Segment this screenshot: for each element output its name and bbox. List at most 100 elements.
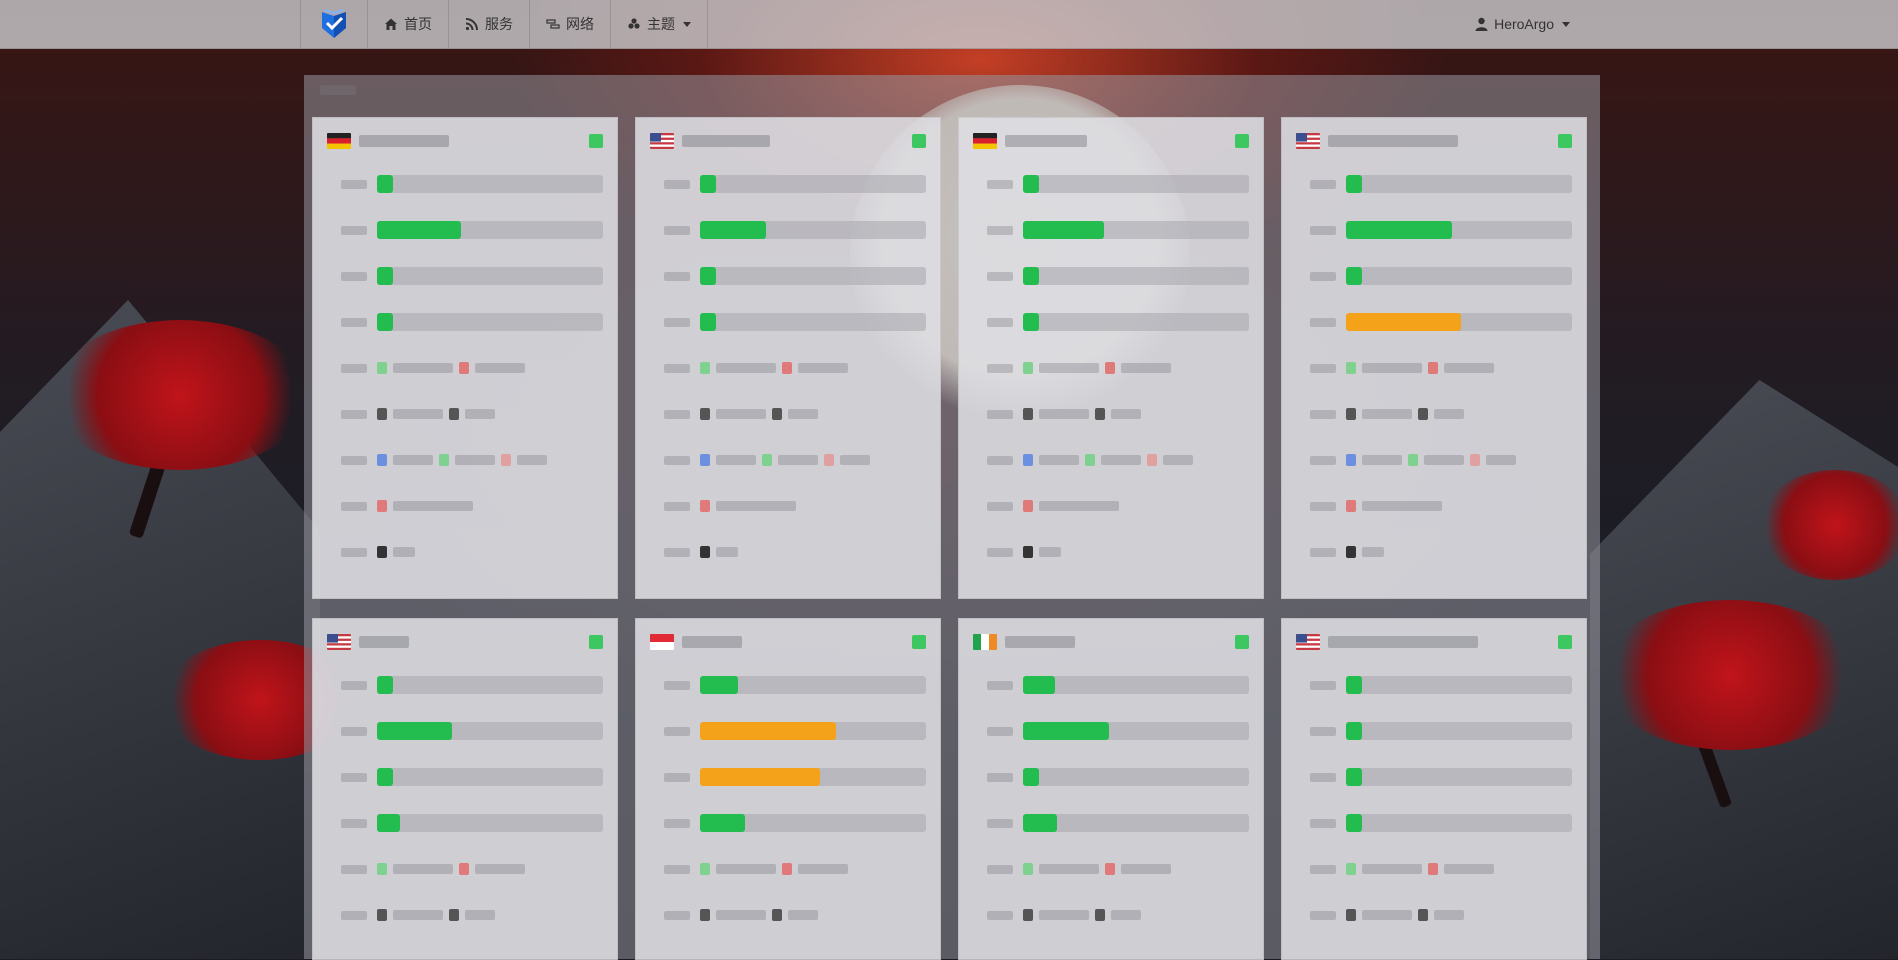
chevron-down-icon (683, 21, 691, 27)
country-flag-icon (973, 634, 997, 650)
usage-progress-fill (1346, 221, 1453, 239)
theme-icon (628, 18, 640, 29)
info-row (1310, 905, 1572, 925)
info-text-blurred (716, 363, 776, 373)
server-card[interactable] (958, 117, 1264, 599)
info-text-blurred (1444, 363, 1494, 373)
nav-item-theme[interactable]: 主题 (611, 0, 708, 48)
usage-progress-bar (1023, 676, 1249, 694)
info-indicator-icon (449, 408, 459, 420)
usage-progress-bar (377, 221, 603, 239)
info-row (1310, 496, 1572, 516)
info-row (1310, 542, 1572, 562)
info-row (664, 542, 926, 562)
metric-row (1310, 220, 1572, 240)
info-row (341, 905, 603, 925)
usage-progress-bar (700, 267, 926, 285)
metric-label-blurred (664, 179, 690, 189)
usage-progress-bar (700, 814, 926, 832)
info-indicator-icon (772, 909, 782, 921)
server-card[interactable] (312, 117, 618, 599)
info-row (987, 859, 1249, 879)
nav-item-theme-label: 主题 (647, 16, 675, 32)
metric-row (664, 312, 926, 332)
metric-label-blurred (664, 864, 690, 874)
metric-label-blurred (987, 726, 1013, 736)
red-tree-right-upper (1760, 470, 1898, 580)
metric-label-blurred (1310, 455, 1336, 465)
metric-label-blurred (987, 179, 1013, 189)
metric-row (1310, 721, 1572, 741)
user-name: HeroArgo (1494, 16, 1554, 32)
info-indicator-icon (1147, 454, 1157, 466)
rss-icon (465, 18, 478, 31)
nav-item-network[interactable]: 网络 (530, 0, 611, 48)
metric-label-blurred (664, 363, 690, 373)
info-row (987, 542, 1249, 562)
country-flag-icon (650, 634, 674, 650)
metric-label-blurred (341, 726, 367, 736)
metric-row (664, 220, 926, 240)
info-indicator-icon (1346, 500, 1356, 512)
info-indicator-icon (1105, 863, 1115, 875)
info-indicator-icon (1346, 454, 1356, 466)
nav-item-home[interactable]: 首页 (368, 0, 449, 48)
server-card[interactable] (635, 618, 941, 960)
server-card[interactable] (312, 618, 618, 960)
info-indicator-icon (1418, 408, 1428, 420)
info-indicator-icon (1023, 909, 1033, 921)
info-text-blurred (393, 547, 415, 557)
server-card-header (327, 631, 603, 653)
info-text-blurred (1434, 910, 1464, 920)
info-value-blurred (700, 454, 926, 466)
info-value-blurred (700, 500, 926, 512)
server-card[interactable] (958, 618, 1264, 960)
server-card[interactable] (1281, 618, 1587, 960)
usage-progress-fill (377, 313, 393, 331)
info-indicator-icon (824, 454, 834, 466)
user-icon (1475, 17, 1488, 31)
info-indicator-icon (501, 454, 511, 466)
metric-row (1310, 174, 1572, 194)
usage-progress-fill (1023, 313, 1039, 331)
user-menu[interactable]: HeroArgo (1475, 0, 1570, 48)
info-row (987, 358, 1249, 378)
metric-row (341, 174, 603, 194)
metric-row (664, 767, 926, 787)
info-indicator-icon (1023, 362, 1033, 374)
metric-row (987, 767, 1249, 787)
country-flag-icon (327, 133, 351, 149)
nav-item-services[interactable]: 服务 (449, 0, 530, 48)
metric-label-blurred (664, 271, 690, 281)
server-name-blurred (1328, 636, 1478, 648)
metric-label-blurred (664, 409, 690, 419)
server-card[interactable] (635, 117, 941, 599)
shield-check-logo-icon (322, 9, 346, 38)
info-value-blurred (700, 546, 926, 558)
info-text-blurred (1039, 363, 1099, 373)
info-text-blurred (1362, 910, 1412, 920)
usage-progress-bar (1023, 175, 1249, 193)
server-card[interactable] (1281, 117, 1587, 599)
metric-row (987, 721, 1249, 741)
nav-item-home-label: 首页 (404, 16, 432, 32)
status-online-icon (1558, 635, 1572, 649)
info-value-blurred (1023, 362, 1249, 374)
info-indicator-icon (1023, 408, 1033, 420)
usage-progress-bar (1023, 267, 1249, 285)
metric-label-blurred (664, 818, 690, 828)
info-text-blurred (1424, 455, 1464, 465)
status-online-icon (1235, 635, 1249, 649)
country-flag-icon (650, 133, 674, 149)
info-indicator-icon (1023, 546, 1033, 558)
info-indicator-icon (700, 500, 710, 512)
usage-progress-bar (1346, 814, 1572, 832)
metric-label-blurred (341, 547, 367, 557)
info-value-blurred (377, 546, 603, 558)
usage-progress-bar (1023, 722, 1249, 740)
brand-logo[interactable] (300, 0, 368, 48)
nav-item-services-label: 服务 (485, 16, 513, 32)
server-card-header (650, 130, 926, 152)
metric-label-blurred (1310, 363, 1336, 373)
info-text-blurred (788, 409, 818, 419)
